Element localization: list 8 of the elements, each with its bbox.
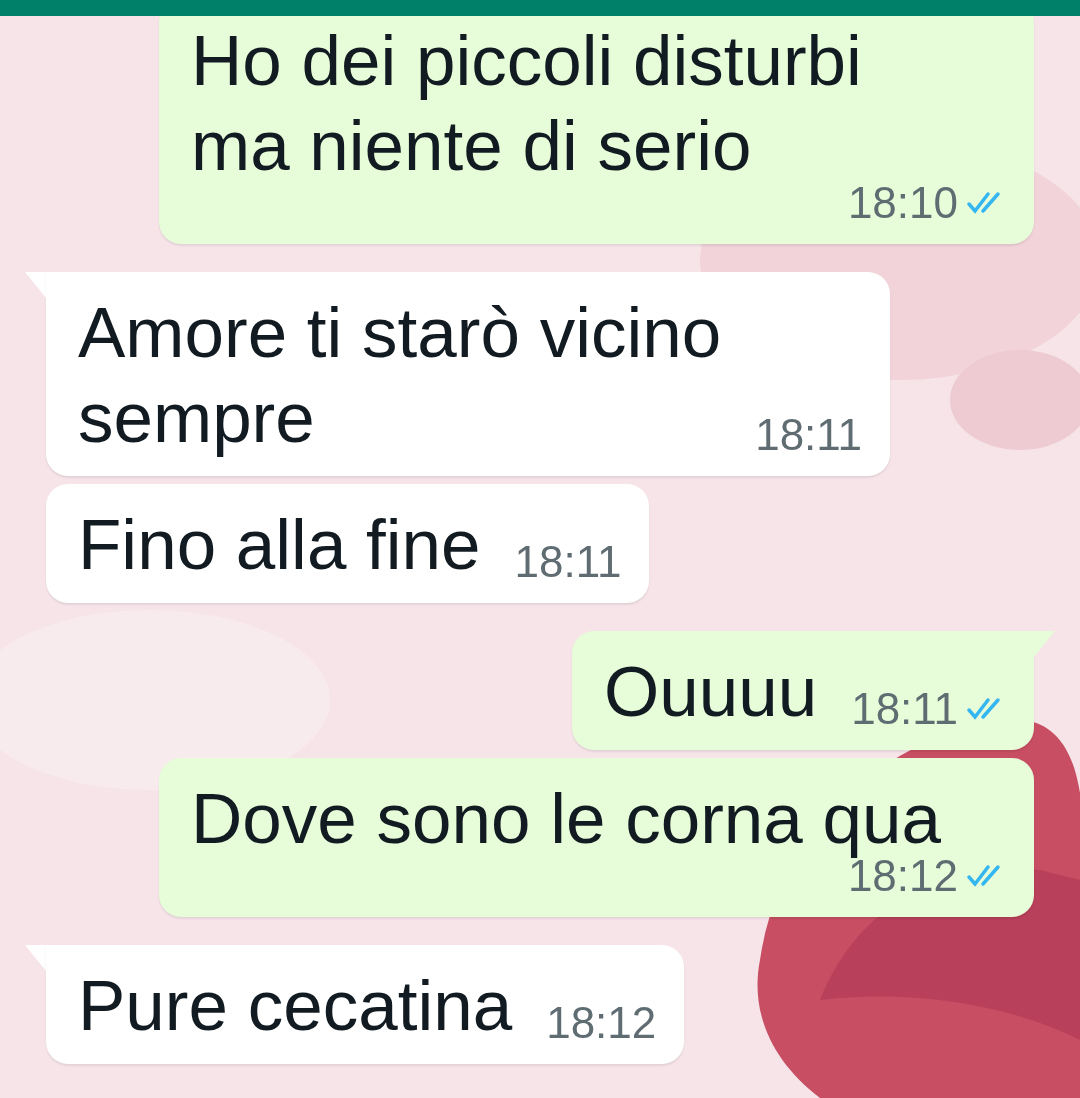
message-text: Amore ti starò vicino sempre	[78, 292, 722, 459]
message-time: 18:11	[755, 410, 862, 460]
message-text: Fino alla fine	[78, 504, 481, 586]
message-text: Ouuuu	[603, 651, 818, 733]
message-time: 18:11	[851, 684, 958, 734]
message-time: 18:11	[514, 537, 622, 587]
message-time: 18:12	[546, 998, 657, 1048]
message-text: Pure cecatina	[78, 965, 513, 1047]
